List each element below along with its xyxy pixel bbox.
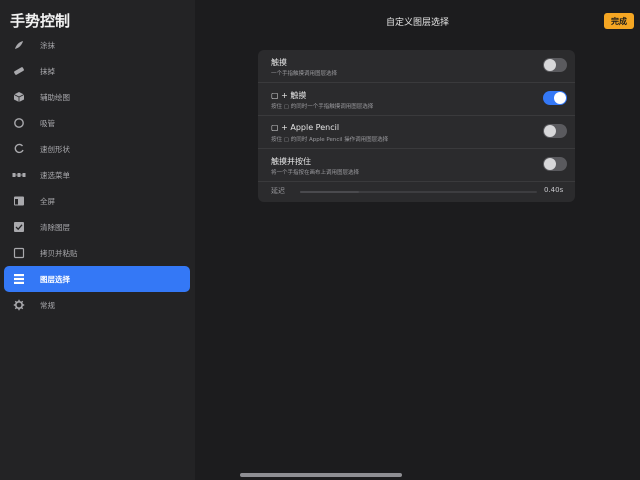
- page-title: 自定义图层选择: [385, 18, 449, 28]
- quickshape-icon: [12, 142, 26, 156]
- delay-slider[interactable]: [300, 191, 537, 193]
- cube-icon: [12, 90, 26, 104]
- fullscreen-icon: [12, 194, 26, 208]
- touch-toggle[interactable]: [543, 58, 567, 72]
- sidebar-item-label: 速选菜单: [40, 170, 70, 180]
- sidebar-item-assisted-drawing[interactable]: 辅助绘图: [4, 84, 190, 110]
- sidebar-item-label: 图层选择: [40, 274, 70, 284]
- setting-title: 触摸并按住: [271, 157, 311, 166]
- sidebar-item-label: 辅助绘图: [40, 92, 70, 102]
- sidebar-item-copy-paste[interactable]: 拷贝并粘贴: [4, 240, 190, 266]
- delay-label: 延迟: [271, 187, 285, 195]
- copy-paste-icon: [12, 246, 26, 260]
- delay-value: 0.40s: [544, 186, 564, 194]
- sidebar-item-quickshape[interactable]: 速创形状: [4, 136, 190, 162]
- sidebar-item-label: 速创形状: [40, 144, 70, 154]
- sidebar-item-fullscreen[interactable]: 全屏: [4, 188, 190, 214]
- main-panel: 自定义图层选择 完成 触摸 一个手指触摸调用图层选择 ▢ + 触摸 按住 ▢ 的…: [195, 0, 640, 480]
- layer-select-icon: [12, 272, 26, 286]
- sidebar-item-general[interactable]: 常规: [4, 292, 190, 318]
- sidebar-nav: 涂抹 抹掉 辅助绘图 吸管 速创形状 速选菜单 全屏 清除图层 拷贝并粘贴 图层…: [4, 32, 190, 318]
- sidebar-item-label: 清除图层: [40, 222, 70, 232]
- sidebar-item-clear-layer[interactable]: 清除图层: [4, 214, 190, 240]
- delay-row: 延迟 0.40s: [258, 182, 575, 202]
- done-button[interactable]: 完成: [604, 13, 634, 29]
- toggle-knob: [554, 92, 566, 104]
- smudge-icon: [12, 38, 26, 52]
- toggle-knob: [544, 59, 556, 71]
- toggle-knob: [544, 158, 556, 170]
- home-indicator: [240, 473, 402, 477]
- square-touch-toggle[interactable]: [543, 91, 567, 105]
- setting-title: ▢ + 触摸: [271, 91, 307, 100]
- setting-row-square-touch: ▢ + 触摸 按住 ▢ 的同时一个手指触摸调用图层选择: [258, 83, 575, 116]
- setting-subtitle: 将一个手指按在画布上调用图层选择: [271, 170, 360, 176]
- touch-hold-toggle[interactable]: [543, 157, 567, 171]
- sidebar-item-label: 涂抹: [40, 40, 55, 50]
- sidebar-title: 手势控制: [10, 12, 71, 30]
- sidebar-item-layer-select[interactable]: 图层选择: [4, 266, 190, 292]
- sidebar-item-eraser[interactable]: 抹掉: [4, 58, 190, 84]
- clear-layer-icon: [12, 220, 26, 234]
- sidebar: 手势控制 涂抹 抹掉 辅助绘图 吸管 速创形状 速选菜单 全屏 清除图层 拷贝并…: [0, 0, 195, 480]
- sidebar-item-label: 抹掉: [40, 66, 55, 76]
- setting-subtitle: 按住 ▢ 的同时 Apple Pencil 操作调用图层选择: [271, 137, 389, 143]
- sidebar-item-quickmenu[interactable]: 速选菜单: [4, 162, 190, 188]
- toggle-knob: [544, 125, 556, 137]
- sidebar-item-label: 吸管: [40, 118, 55, 128]
- setting-title: ▢ + Apple Pencil: [271, 123, 340, 132]
- delay-slider-fill: [300, 191, 360, 193]
- setting-title: 触摸: [271, 58, 287, 67]
- sidebar-item-label: 全屏: [40, 196, 55, 206]
- sidebar-item-eyedropper[interactable]: 吸管: [4, 110, 190, 136]
- setting-row-square-pencil: ▢ + Apple Pencil 按住 ▢ 的同时 Apple Pencil 操…: [258, 116, 575, 149]
- setting-subtitle: 按住 ▢ 的同时一个手指触摸调用图层选择: [271, 104, 374, 110]
- eraser-icon: [12, 64, 26, 78]
- settings-card: 触摸 一个手指触摸调用图层选择 ▢ + 触摸 按住 ▢ 的同时一个手指触摸调用图…: [258, 50, 575, 202]
- eyedropper-icon: [12, 116, 26, 130]
- setting-row-touch: 触摸 一个手指触摸调用图层选择: [258, 50, 575, 83]
- setting-row-touch-hold: 触摸并按住 将一个手指按在画布上调用图层选择: [258, 149, 575, 182]
- square-pencil-toggle[interactable]: [543, 124, 567, 138]
- setting-subtitle: 一个手指触摸调用图层选择: [271, 71, 338, 77]
- sidebar-item-smudge[interactable]: 涂抹: [4, 32, 190, 58]
- quickmenu-icon: [12, 168, 26, 182]
- sidebar-item-label: 常规: [40, 300, 55, 310]
- gear-icon: [12, 298, 26, 312]
- sidebar-item-label: 拷贝并粘贴: [40, 248, 78, 258]
